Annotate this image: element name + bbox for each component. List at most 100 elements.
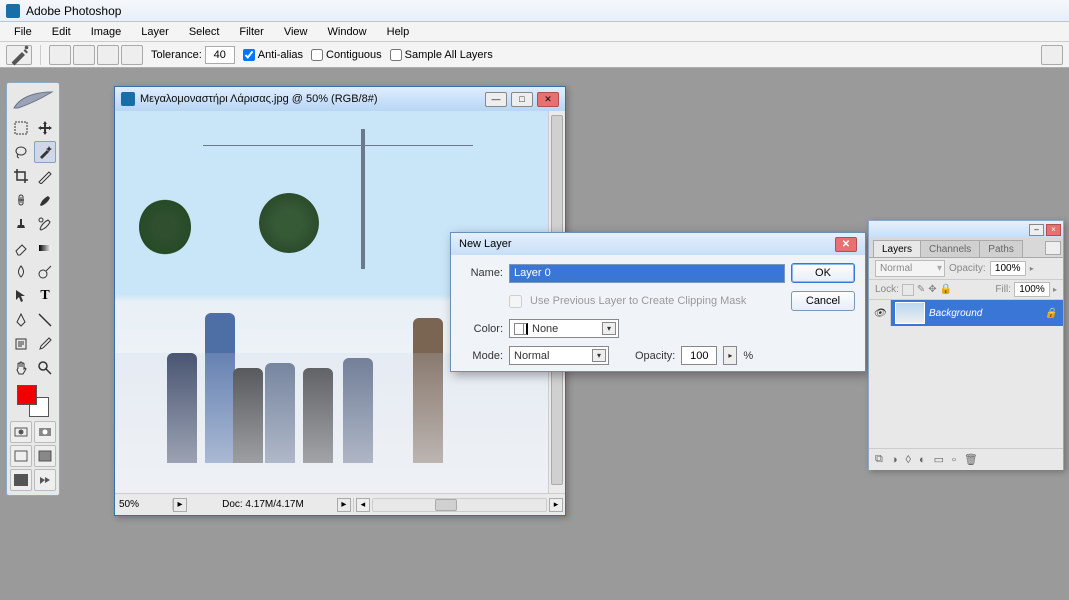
menu-select[interactable]: Select bbox=[179, 23, 230, 41]
document-info[interactable]: Doc: 4.17M/4.17M bbox=[189, 499, 337, 510]
zoom-tool[interactable] bbox=[34, 357, 56, 379]
dialog-close-button[interactable]: ✕ bbox=[835, 237, 857, 252]
magic-wand-tool[interactable] bbox=[34, 141, 56, 163]
preset-button-1[interactable] bbox=[49, 45, 71, 65]
layer-style-icon[interactable]: ◑ bbox=[891, 454, 898, 466]
tolerance-input[interactable] bbox=[205, 46, 235, 64]
menu-image[interactable]: Image bbox=[81, 23, 132, 41]
link-layers-icon[interactable]: ⧉ bbox=[875, 453, 883, 466]
opacity-input[interactable] bbox=[681, 346, 717, 365]
fill-input[interactable] bbox=[1014, 282, 1050, 297]
healing-brush-tool[interactable] bbox=[10, 189, 32, 211]
channels-tab[interactable]: Channels bbox=[920, 240, 980, 257]
minimize-button[interactable]: — bbox=[485, 92, 507, 107]
adjustment-layer-icon[interactable]: ◐ bbox=[919, 454, 926, 466]
panel-minimize-icon[interactable]: – bbox=[1029, 224, 1044, 236]
sample-all-input[interactable] bbox=[390, 49, 402, 61]
mode-select[interactable]: Normal ▾ bbox=[509, 346, 609, 365]
menu-file[interactable]: File bbox=[4, 23, 42, 41]
lock-position-icon[interactable]: ✥ bbox=[928, 284, 936, 295]
gradient-tool[interactable] bbox=[34, 237, 56, 259]
dropdown-icon[interactable]: ▾ bbox=[602, 322, 616, 335]
quick-mask-mode[interactable] bbox=[10, 421, 32, 443]
marquee-tool[interactable] bbox=[10, 117, 32, 139]
paths-tab[interactable]: Paths bbox=[979, 240, 1023, 257]
horizontal-scrollbar-thumb[interactable] bbox=[435, 499, 457, 511]
layer-mask-icon[interactable]: ◊ bbox=[906, 454, 911, 466]
menu-filter[interactable]: Filter bbox=[229, 23, 273, 41]
dialog-titlebar[interactable]: New Layer ✕ bbox=[451, 233, 865, 255]
brush-tool[interactable] bbox=[34, 189, 56, 211]
crop-tool[interactable] bbox=[10, 165, 32, 187]
screen-mode-full[interactable] bbox=[10, 469, 32, 491]
panel-opacity-input[interactable] bbox=[990, 261, 1026, 276]
close-button[interactable]: ✕ bbox=[537, 92, 559, 107]
palette-well-icon[interactable] bbox=[1041, 45, 1063, 65]
panel-titlebar[interactable]: – × bbox=[869, 221, 1063, 238]
history-brush-tool[interactable] bbox=[34, 213, 56, 235]
opacity-flyout-icon[interactable]: ▸ bbox=[723, 346, 737, 365]
fill-flyout-icon[interactable]: ▸ bbox=[1053, 285, 1057, 294]
shape-tool[interactable] bbox=[34, 309, 56, 331]
move-tool[interactable] bbox=[34, 117, 56, 139]
screen-mode-standard[interactable] bbox=[10, 445, 32, 467]
notes-tool[interactable] bbox=[10, 333, 32, 355]
horizontal-scrollbar[interactable]: ◂ ▸ bbox=[353, 498, 565, 512]
lasso-tool[interactable] bbox=[10, 141, 32, 163]
anti-alias-checkbox[interactable]: Anti-alias bbox=[243, 49, 303, 61]
menu-edit[interactable]: Edit bbox=[42, 23, 81, 41]
path-selection-tool[interactable] bbox=[10, 285, 32, 307]
dodge-tool[interactable] bbox=[34, 261, 56, 283]
ok-button[interactable]: OK bbox=[791, 263, 855, 283]
dropdown-icon[interactable]: ▾ bbox=[592, 349, 606, 362]
visibility-eye-icon[interactable]: 👁 bbox=[869, 300, 891, 326]
menu-view[interactable]: View bbox=[274, 23, 318, 41]
screen-mode-fullmenu[interactable] bbox=[34, 445, 56, 467]
anti-alias-input[interactable] bbox=[243, 49, 255, 61]
new-layer-icon[interactable]: ▫ bbox=[952, 454, 956, 466]
slice-tool[interactable] bbox=[34, 165, 56, 187]
lock-all-icon[interactable]: 🔒 bbox=[940, 284, 952, 295]
color-swatches[interactable] bbox=[17, 385, 49, 417]
maximize-button[interactable]: □ bbox=[511, 92, 533, 107]
layers-tab[interactable]: Layers bbox=[873, 240, 921, 257]
document-titlebar[interactable]: Μεγαλομοναστήρι Λάρισας.jpg @ 50% (RGB/8… bbox=[115, 87, 565, 111]
panel-close-icon[interactable]: × bbox=[1046, 224, 1061, 236]
current-tool-indicator[interactable] bbox=[6, 45, 32, 65]
scroll-left-icon[interactable]: ◂ bbox=[356, 498, 370, 512]
type-tool[interactable]: T bbox=[34, 285, 56, 307]
opacity-flyout-icon[interactable]: ▸ bbox=[1030, 264, 1034, 273]
docinfo-menu-icon[interactable]: ▸ bbox=[337, 498, 351, 512]
blend-mode-select[interactable]: Normal bbox=[875, 260, 945, 277]
new-group-icon[interactable]: ▭ bbox=[934, 453, 944, 466]
contiguous-input[interactable] bbox=[311, 49, 323, 61]
imageready-jump[interactable] bbox=[34, 469, 56, 491]
eyedropper-tool[interactable] bbox=[34, 333, 56, 355]
layer-row[interactable]: 👁 Background 🔒 bbox=[869, 300, 1063, 326]
scroll-right-icon[interactable]: ▸ bbox=[549, 498, 563, 512]
color-select[interactable]: None ▾ bbox=[509, 319, 619, 338]
cancel-button[interactable]: Cancel bbox=[791, 291, 855, 311]
menu-layer[interactable]: Layer bbox=[131, 23, 179, 41]
preset-button-2[interactable] bbox=[73, 45, 95, 65]
layer-thumbnail[interactable] bbox=[895, 302, 925, 324]
hand-tool[interactable] bbox=[10, 357, 32, 379]
foreground-color-swatch[interactable] bbox=[17, 385, 37, 405]
clone-stamp-tool[interactable] bbox=[10, 213, 32, 235]
lock-transparency-icon[interactable] bbox=[902, 284, 914, 296]
preset-button-3[interactable] bbox=[97, 45, 119, 65]
menu-help[interactable]: Help bbox=[377, 23, 420, 41]
contiguous-checkbox[interactable]: Contiguous bbox=[311, 49, 382, 61]
blur-tool[interactable] bbox=[10, 261, 32, 283]
quick-mask-edit[interactable] bbox=[34, 421, 56, 443]
pen-tool[interactable] bbox=[10, 309, 32, 331]
sample-all-checkbox[interactable]: Sample All Layers bbox=[390, 49, 493, 61]
layer-name-input[interactable] bbox=[509, 264, 785, 283]
delete-layer-icon[interactable]: 🗑 bbox=[964, 453, 978, 466]
preset-button-4[interactable] bbox=[121, 45, 143, 65]
eraser-tool[interactable] bbox=[10, 237, 32, 259]
lock-paint-icon[interactable]: ✎ bbox=[917, 284, 925, 295]
zoom-menu-icon[interactable]: ▸ bbox=[173, 498, 187, 512]
panel-menu-icon[interactable] bbox=[1045, 241, 1061, 255]
menu-window[interactable]: Window bbox=[318, 23, 377, 41]
